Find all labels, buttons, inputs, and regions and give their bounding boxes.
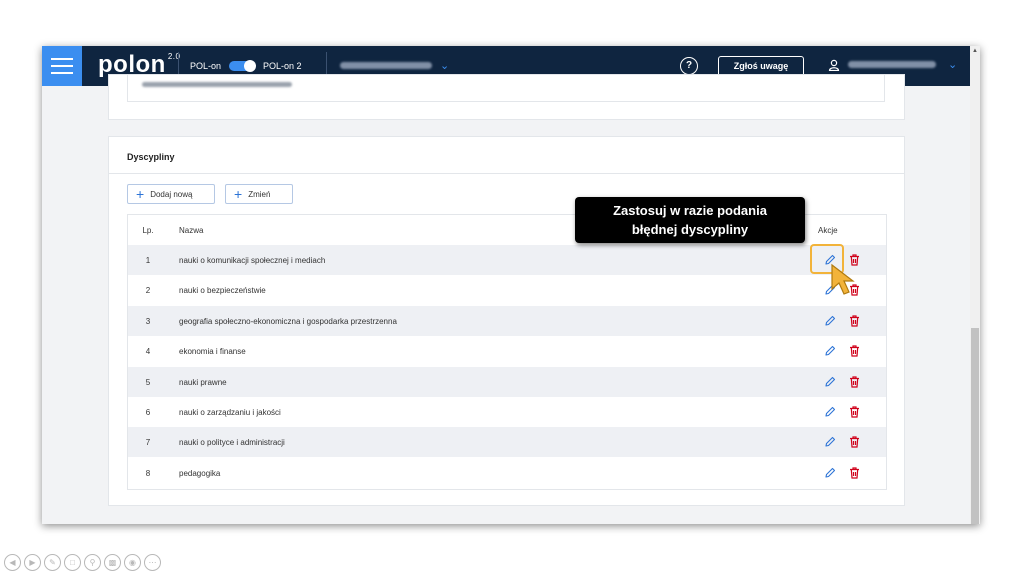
scrollbar-thumb[interactable] xyxy=(971,328,979,524)
row-lp: 1 xyxy=(145,256,151,265)
change-button[interactable]: + Zmień xyxy=(225,184,293,204)
divider xyxy=(109,173,904,174)
table-row: 1 nauki o komunikacji społecznej i mediac… xyxy=(128,245,886,275)
user-name-redacted xyxy=(848,61,936,68)
user-icon xyxy=(828,59,840,71)
previous-section-card xyxy=(108,74,905,120)
presentation-toolbar: ◀ ▶ ✎ □ ⚲ ▩ ◉ ⋯ xyxy=(4,554,164,571)
toggle-label-right: POL-on 2 xyxy=(263,61,302,71)
add-new-button[interactable]: + Dodaj nową xyxy=(127,184,215,204)
user-menu[interactable]: ⌄ xyxy=(828,58,957,71)
toggle-switch[interactable] xyxy=(229,60,257,72)
more-options-icon[interactable]: ⋯ xyxy=(144,554,161,571)
edit-icon[interactable] xyxy=(824,436,836,448)
row-name: nauki o zarządzaniu i jakości xyxy=(179,408,281,417)
pen-icon[interactable]: ✎ xyxy=(44,554,61,571)
disciplines-card: Dyscypliny + Dodaj nową + Zmień Lp. Nazwa … xyxy=(108,136,905,506)
header-name: Nazwa xyxy=(179,226,204,235)
disciplines-table: Lp. Nazwa Akcje 1 nauki o komunikacji spo… xyxy=(127,214,887,490)
edit-icon[interactable] xyxy=(824,315,836,327)
edit-icon[interactable] xyxy=(824,467,836,479)
row-lp: 4 xyxy=(145,347,151,357)
row-name: pedagogika xyxy=(179,468,221,478)
help-icon[interactable]: ? xyxy=(680,57,698,75)
menu-icon xyxy=(51,65,73,67)
row-name: nauki o polityce i administracji xyxy=(179,438,285,448)
add-new-label: Dodaj nową xyxy=(150,189,193,199)
table-row: 8 pedagogika xyxy=(128,458,886,488)
row-lp: 3 xyxy=(145,316,151,326)
row-lp: 8 xyxy=(145,468,151,478)
row-lp: 6 xyxy=(145,408,151,417)
row-lp: 2 xyxy=(145,286,151,296)
change-label: Zmień xyxy=(248,189,271,199)
chevron-down-icon: ⌄ xyxy=(948,59,958,71)
redacted-text xyxy=(142,82,292,87)
cursor-icon xyxy=(831,263,855,295)
row-name: ekonomia i finanse xyxy=(179,347,246,357)
camera-icon[interactable]: ◉ xyxy=(124,554,141,571)
toggle-label-left: POL-on xyxy=(190,61,222,71)
plus-icon: + xyxy=(234,186,243,202)
table-row: 3 geografia społeczno-ekonomiczna i gospo… xyxy=(128,305,886,336)
delete-icon[interactable] xyxy=(849,406,860,418)
edit-icon[interactable] xyxy=(824,406,836,418)
menu-button[interactable] xyxy=(42,46,82,86)
callout-line-1: Zastosuj w razie podania xyxy=(613,203,767,218)
delete-icon[interactable] xyxy=(849,315,860,327)
row-lp: 5 xyxy=(145,377,151,387)
edit-icon[interactable] xyxy=(824,345,836,357)
previous-section-content xyxy=(127,75,885,102)
zoom-icon[interactable]: ⚲ xyxy=(84,554,101,571)
delete-icon[interactable] xyxy=(849,436,860,448)
edit-icon[interactable] xyxy=(824,376,836,388)
row-lp: 7 xyxy=(145,438,151,448)
header-actions: Akcje xyxy=(818,226,838,235)
delete-icon[interactable] xyxy=(849,375,860,388)
row-name: nauki prawne xyxy=(179,377,227,387)
table-row: 6 nauki o zarządzaniu i jakości xyxy=(128,397,886,427)
delete-icon[interactable] xyxy=(849,467,860,479)
institution-selector[interactable]: ⌄ xyxy=(340,59,449,72)
table-row: 2 nauki o bezpieczeństwie xyxy=(128,275,886,305)
plus-icon: + xyxy=(136,186,145,202)
instruction-callout: Zastosuj w razie podania błędnej dyscypl… xyxy=(575,197,805,243)
section-title: Dyscypliny xyxy=(127,152,175,162)
row-name: nauki o bezpieczeństwie xyxy=(179,286,266,296)
slides-icon[interactable]: □ xyxy=(64,554,81,571)
table-row: 5 nauki prawne xyxy=(128,366,886,397)
next-slide-icon[interactable]: ▶ xyxy=(24,554,41,571)
subtitles-icon[interactable]: ▩ xyxy=(104,554,121,571)
row-name: geografia społeczno-ekonomiczna i gospod… xyxy=(179,316,397,326)
table-row: 7 nauki o polityce i administracji xyxy=(128,427,886,458)
scroll-up-arrow[interactable]: ▲ xyxy=(972,48,978,54)
header-lp: Lp. xyxy=(142,226,154,235)
delete-icon[interactable] xyxy=(849,345,860,357)
row-name: nauki o komunikacji społecznej i mediach xyxy=(179,256,326,265)
institution-name-redacted xyxy=(340,62,432,69)
chevron-down-icon: ⌄ xyxy=(440,60,450,72)
table-row: 4 ekonomia i finanse xyxy=(128,336,886,366)
callout-line-2: błędnej dyscypliny xyxy=(631,222,749,237)
previous-slide-icon[interactable]: ◀ xyxy=(4,554,21,571)
